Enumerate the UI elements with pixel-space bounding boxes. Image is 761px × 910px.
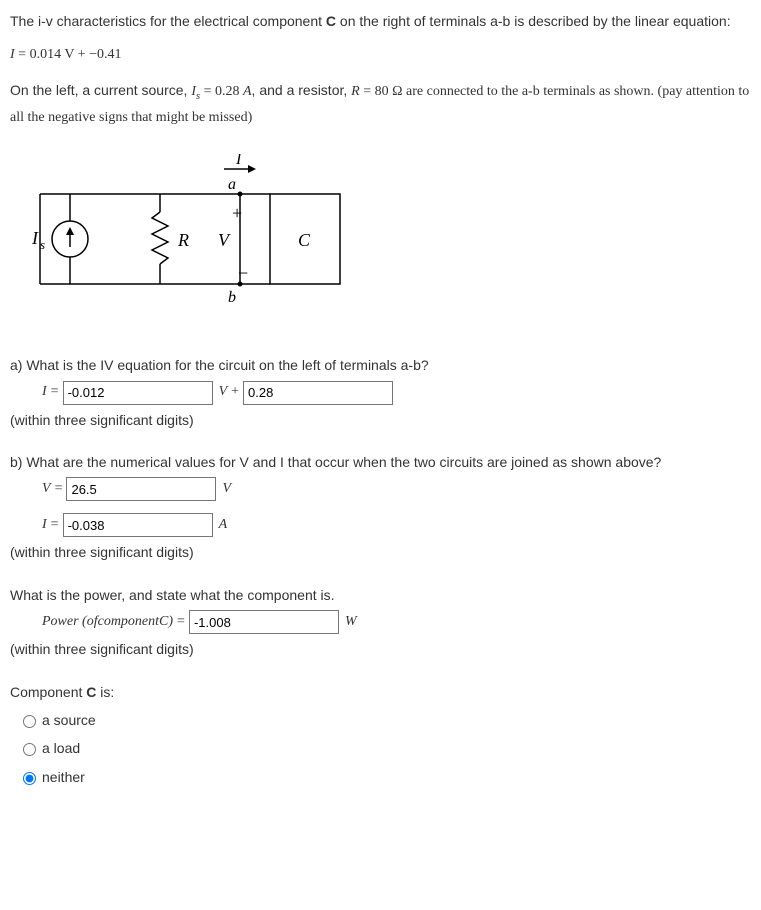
text: , and a resistor, [252, 82, 352, 98]
svg-text:I: I [235, 154, 242, 168]
radio-load-input[interactable] [23, 743, 36, 756]
text: On the left, a current source, [10, 82, 191, 98]
svg-text:s: s [40, 237, 45, 252]
radio-source[interactable]: a source [18, 709, 751, 731]
intro-paragraph-2: On the left, a current source, Is = 0.28… [10, 79, 751, 130]
eq-sign: = [51, 514, 59, 536]
eq-sign: = [177, 611, 185, 633]
svg-text:R: R [177, 230, 189, 250]
eq-sign: = [15, 47, 30, 62]
part-a-question: a) What is the IV equation for the circu… [10, 354, 751, 376]
radio-label: a load [42, 737, 80, 759]
part-b-v-row: V = V [42, 477, 751, 501]
part-a-slope-input[interactable] [63, 381, 213, 405]
radio-label: a source [42, 709, 96, 731]
var-v: V [219, 381, 228, 403]
radio-neither[interactable]: neither [18, 766, 751, 788]
part-b-note: (within three significant digits) [10, 541, 751, 563]
power-label: Power (ofcomponentC) [42, 611, 173, 633]
text: on the right of terminals a-b is describ… [336, 13, 731, 29]
component-c-bold: C [326, 13, 336, 29]
svg-text:I: I [31, 228, 39, 248]
unit-a: A [219, 514, 228, 536]
equation-1: I = 0.014 V + −0.41 [10, 44, 751, 66]
var-i: I [42, 381, 47, 403]
component-c-bold: C [86, 684, 96, 700]
svg-text:V: V [218, 230, 231, 250]
part-b-i-row: I = A [42, 513, 751, 537]
eq-rhs: 0.014 V + −0.41 [30, 47, 122, 62]
radio-source-input[interactable] [23, 715, 36, 728]
unit-a: A [243, 84, 252, 99]
part-a-equation-row: I = V + [42, 381, 751, 405]
var-r: R [351, 84, 360, 99]
radio-load[interactable]: a load [18, 737, 751, 759]
svg-text:−: − [238, 263, 248, 283]
part-b-question: b) What are the numerical values for V a… [10, 451, 751, 473]
component-c-label: Component C is: [10, 681, 751, 703]
circuit-diagram: I s R a b + V − I C [20, 154, 751, 330]
text: = 0.28 [200, 84, 243, 99]
svg-text:b: b [228, 289, 236, 306]
radio-label: neither [42, 766, 85, 788]
part-a-note: (within three significant digits) [10, 409, 751, 431]
var-i: I [42, 514, 47, 536]
text: The i-v characteristics for the electric… [10, 13, 326, 29]
part-a-intercept-input[interactable] [243, 381, 393, 405]
part-b-i-input[interactable] [63, 513, 213, 537]
unit-v: V [222, 478, 231, 500]
unit-w: W [345, 611, 357, 633]
power-row: Power (ofcomponentC) = W [42, 610, 751, 634]
plus-sign: + [231, 381, 239, 403]
power-question: What is the power, and state what the co… [10, 584, 751, 606]
intro-paragraph-1: The i-v characteristics for the electric… [10, 10, 751, 32]
radio-neither-input[interactable] [23, 772, 36, 785]
power-input[interactable] [189, 610, 339, 634]
eq-sign: = [55, 478, 63, 500]
svg-text:C: C [298, 230, 311, 250]
var-v: V [42, 478, 51, 500]
eq-sign: = [51, 381, 59, 403]
svg-text:a: a [228, 176, 236, 193]
power-note: (within three significant digits) [10, 638, 751, 660]
svg-text:+: + [232, 203, 242, 223]
text: Component [10, 684, 86, 700]
text: is: [96, 684, 114, 700]
part-b-v-input[interactable] [66, 477, 216, 501]
